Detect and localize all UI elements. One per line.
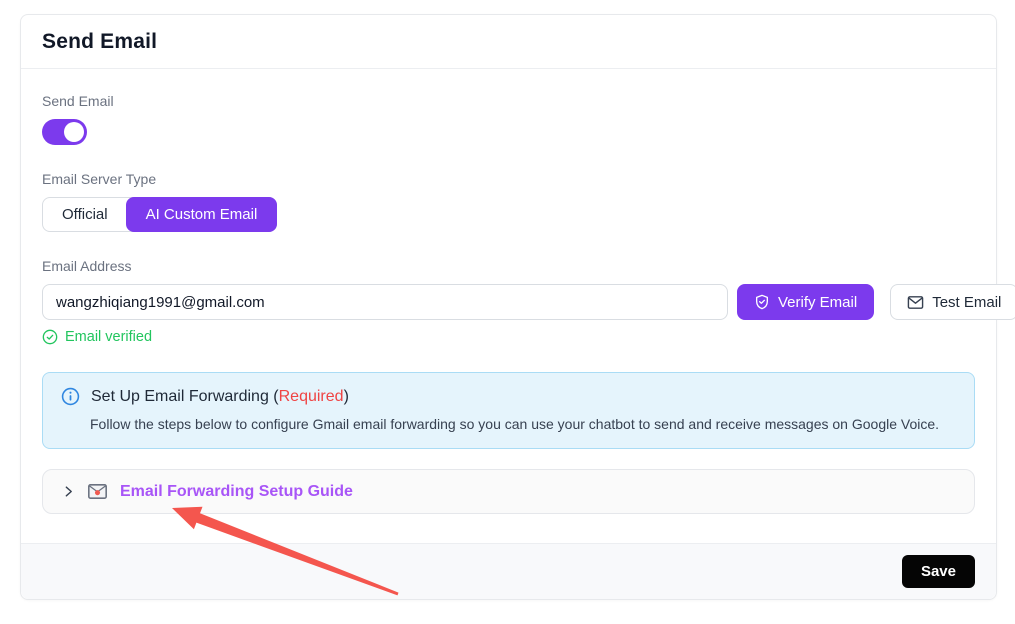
alert-required-text: Required: [279, 388, 344, 405]
send-email-toggle-label: Send Email: [42, 93, 975, 109]
info-circle-icon: [61, 387, 80, 406]
email-row: Verify Email Test Email: [42, 284, 975, 320]
server-type-option-ai-custom[interactable]: AI Custom Email: [126, 197, 278, 232]
card-header: Send Email: [21, 15, 996, 69]
email-envelope-icon: [88, 484, 107, 499]
chevron-right-icon: [62, 485, 75, 498]
email-verified-text: Email verified: [65, 329, 152, 345]
save-button[interactable]: Save: [902, 555, 975, 588]
email-address-input[interactable]: [42, 284, 728, 320]
envelope-icon: [907, 295, 924, 310]
alert-description: Follow the steps below to configure Gmai…: [90, 416, 956, 432]
check-circle-icon: [42, 329, 58, 345]
verify-email-button[interactable]: Verify Email: [737, 284, 874, 320]
verify-email-label: Verify Email: [778, 294, 857, 311]
card-footer: Save: [21, 543, 996, 599]
send-email-toggle[interactable]: [42, 119, 87, 145]
test-email-button[interactable]: Test Email: [890, 284, 1015, 320]
email-forwarding-alert: Set Up Email Forwarding (Required) Follo…: [42, 372, 975, 449]
page-title: Send Email: [42, 30, 975, 54]
alert-head: Set Up Email Forwarding (Required): [61, 387, 956, 406]
send-email-card: Send Email Send Email Email Server Type …: [20, 14, 997, 600]
server-type-label: Email Server Type: [42, 171, 975, 187]
shield-check-icon: [754, 294, 770, 310]
toggle-knob-icon: [64, 122, 84, 142]
email-verified-status: Email verified: [42, 329, 975, 345]
email-address-label: Email Address: [42, 258, 975, 274]
test-email-label: Test Email: [932, 294, 1001, 311]
alert-title: Set Up Email Forwarding (Required): [91, 388, 349, 406]
server-type-option-official[interactable]: Official: [43, 198, 127, 231]
guide-label: Email Forwarding Setup Guide: [120, 483, 353, 501]
email-forwarding-guide-toggle[interactable]: Email Forwarding Setup Guide: [42, 469, 975, 514]
card-body: Send Email Email Server Type Official AI…: [21, 69, 996, 543]
server-type-segmented-control: Official AI Custom Email: [42, 197, 277, 232]
